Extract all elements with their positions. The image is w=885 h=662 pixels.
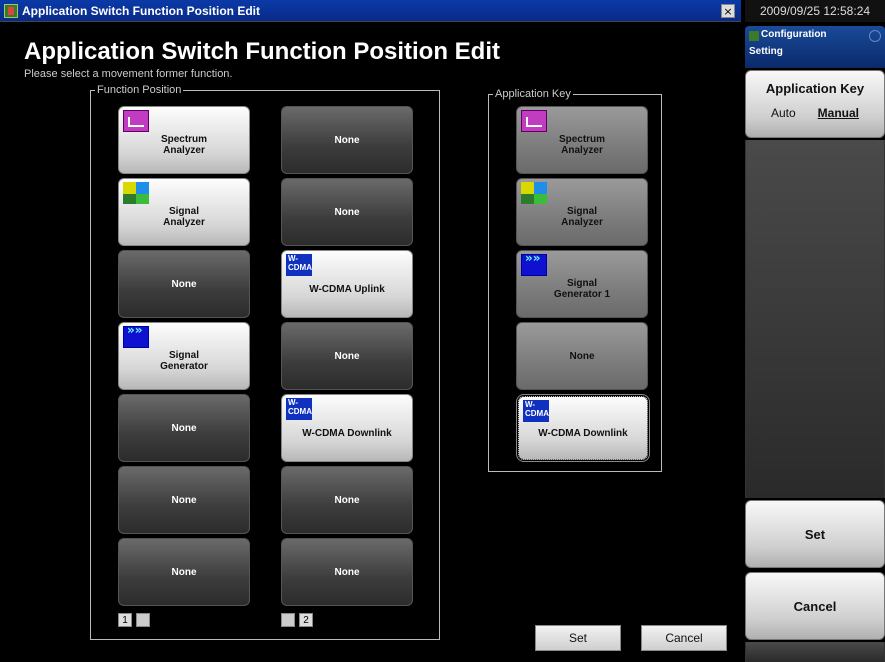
function-slot-2-1[interactable]: None	[281, 106, 413, 174]
dialog-set-button[interactable]: Set	[535, 625, 621, 651]
signal-analyzer-icon	[521, 182, 547, 205]
spectrum-analyzer-icon	[123, 110, 149, 132]
window-titlebar: Application Switch Function Position Edi…	[0, 0, 741, 22]
function-slot-2-7[interactable]: None	[281, 538, 413, 606]
slot-label: W-CDMA Downlink	[302, 427, 392, 439]
function-slot-2-6[interactable]: None	[281, 466, 413, 534]
slot-label: None	[171, 422, 197, 434]
application-key-4[interactable]: None	[516, 322, 648, 390]
slot-label: None	[334, 350, 360, 362]
function-slot-1-3[interactable]: None	[118, 250, 250, 318]
slot-label: None	[171, 278, 197, 290]
cancel-softkey[interactable]: Cancel	[745, 572, 885, 640]
app-icon	[4, 3, 18, 18]
slot-label: Spectrum Analyzer	[160, 134, 208, 156]
function-slot-2-5[interactable]: W- CDMA W-CDMA Downlink	[281, 394, 413, 462]
slot-label: None	[171, 566, 197, 578]
application-key-3[interactable]: Signal Generator 1	[516, 250, 648, 318]
slot-label: None	[334, 134, 360, 146]
icon-text: CDMA	[288, 407, 312, 416]
slot-label: Signal Analyzer	[163, 206, 205, 228]
icon-text: W-	[288, 254, 299, 263]
softkey-label: Application Key	[765, 81, 865, 96]
page-instruction: Please select a movement former function…	[24, 68, 233, 80]
key-label: W-CDMA Downlink	[538, 427, 628, 439]
slot-label: None	[334, 494, 360, 506]
app-icon	[749, 31, 759, 41]
icon-text: CDMA	[525, 409, 549, 418]
menu-subtitle: Setting	[749, 46, 783, 57]
function-slot-2-2[interactable]: None	[281, 178, 413, 246]
clock-display: 2009/09/25 12:58:24	[745, 0, 885, 22]
slot-label: Signal Generator	[160, 350, 208, 372]
function-position-legend: Function Position	[97, 84, 182, 96]
status-circle-icon	[869, 30, 881, 42]
page-indicator-blank[interactable]	[136, 613, 150, 627]
function-slot-1-2[interactable]: Signal Analyzer	[118, 178, 250, 246]
function-slot-2-3[interactable]: W- CDMA W-CDMA Uplink	[281, 250, 413, 318]
slot-label: W-CDMA Uplink	[309, 283, 385, 295]
wcdma-downlink-icon: W- CDMA	[523, 400, 549, 422]
function-slot-1-7[interactable]: None	[118, 538, 250, 606]
application-key-1[interactable]: Spectrum Analyzer	[516, 106, 648, 174]
signal-generator-icon	[521, 253, 547, 276]
page-indicator-2[interactable]: 2	[299, 613, 313, 627]
application-key-softkey[interactable]: Application Key Auto Manual	[745, 70, 885, 138]
close-icon[interactable]: ×	[721, 4, 735, 18]
application-key-legend: Application Key	[495, 88, 571, 100]
icon-text: W-	[525, 400, 536, 409]
spectrum-analyzer-icon	[521, 110, 547, 132]
dialog-cancel-button[interactable]: Cancel	[641, 625, 727, 651]
page-title: Application Switch Function Position Edi…	[24, 38, 500, 65]
wcdma-uplink-icon: W- CDMA	[286, 254, 312, 276]
icon-text: CDMA	[288, 263, 312, 272]
softkey-menu-header: Configuration Setting	[745, 26, 885, 68]
window-title: Application Switch Function Position Edi…	[22, 3, 260, 18]
wcdma-downlink-icon: W- CDMA	[286, 398, 312, 420]
function-slot-1-1[interactable]: Spectrum Analyzer	[118, 106, 250, 174]
key-label: Spectrum Analyzer	[558, 134, 606, 156]
page-indicator-blank[interactable]	[281, 613, 295, 627]
function-slot-2-4[interactable]: None	[281, 322, 413, 390]
application-key-5[interactable]: W- CDMA W-CDMA Downlink	[516, 394, 650, 462]
slot-label: None	[171, 494, 197, 506]
page-indicator-1[interactable]: 1	[118, 613, 132, 627]
function-slot-1-4[interactable]: Signal Generator	[118, 322, 250, 390]
function-slot-1-5[interactable]: None	[118, 394, 250, 462]
mode-toggle[interactable]: Auto Manual	[746, 106, 884, 120]
signal-analyzer-icon	[123, 182, 149, 205]
signal-generator-icon	[123, 325, 149, 348]
option-manual[interactable]: Manual	[818, 106, 859, 120]
icon-text: W-	[288, 398, 299, 407]
set-softkey[interactable]: Set	[745, 500, 885, 568]
menu-title: Configuration	[761, 29, 827, 40]
softkey-bottom-strip	[745, 642, 885, 662]
option-auto[interactable]: Auto	[771, 106, 796, 120]
key-label: None	[569, 350, 595, 362]
application-key-2[interactable]: Signal Analyzer	[516, 178, 648, 246]
slot-label: None	[334, 206, 360, 218]
key-label: Signal Generator 1	[553, 278, 611, 300]
slot-label: None	[334, 566, 360, 578]
softkey-empty-area	[745, 140, 885, 498]
key-label: Signal Analyzer	[561, 206, 603, 228]
function-slot-1-6[interactable]: None	[118, 466, 250, 534]
